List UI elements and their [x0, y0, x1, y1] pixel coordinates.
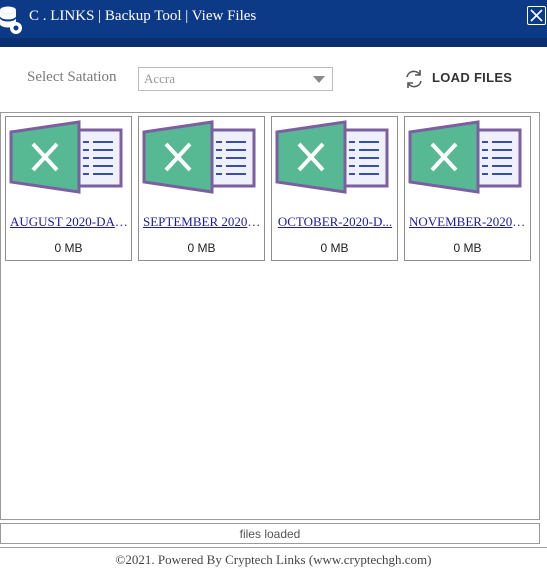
- close-icon: [530, 9, 543, 22]
- excel-file-icon: [275, 120, 389, 194]
- station-label: Select Satation: [27, 69, 117, 85]
- title-bar-strip: [0, 38, 547, 47]
- excel-file-icon: [408, 120, 522, 194]
- status-bar: files loaded: [0, 523, 540, 544]
- file-card[interactable]: SEPTEMBER 2020-... 0 MB: [138, 116, 265, 261]
- file-size: 0 MB: [320, 241, 349, 255]
- close-button[interactable]: [527, 6, 546, 25]
- file-name-link[interactable]: NOVEMBER-2020.x...: [409, 214, 527, 230]
- file-name-link[interactable]: OCTOBER-2020-D...: [276, 214, 394, 230]
- title-bar: C . LINKS | Backup Tool | View Files: [0, 0, 547, 38]
- load-files-button[interactable]: LOAD FILES: [400, 66, 515, 92]
- footer-divider: [0, 547, 547, 548]
- load-files-label: LOAD FILES: [432, 70, 513, 85]
- file-name-link[interactable]: SEPTEMBER 2020-...: [143, 214, 261, 230]
- file-size: 0 MB: [187, 241, 216, 255]
- file-name-link[interactable]: AUGUST 2020-DAI...: [10, 214, 128, 230]
- file-size: 0 MB: [54, 241, 83, 255]
- file-card[interactable]: AUGUST 2020-DAI... 0 MB: [5, 116, 132, 261]
- station-select-value: Accra: [144, 71, 176, 86]
- footer-text: ©2021. Powered By Cryptech Links (www.cr…: [115, 552, 432, 567]
- excel-file-icon: [142, 120, 256, 194]
- database-icon: [0, 6, 22, 34]
- excel-file-icon: [9, 120, 123, 194]
- file-card[interactable]: OCTOBER-2020-D... 0 MB: [271, 116, 398, 261]
- files-panel: AUGUST 2020-DAI... 0 MB SEPTEMBER 2020-.…: [0, 112, 540, 520]
- file-card[interactable]: NOVEMBER-2020.x... 0 MB: [404, 116, 531, 261]
- window-title: C . LINKS | Backup Tool | View Files: [29, 8, 257, 24]
- refresh-icon: [406, 70, 422, 88]
- file-size: 0 MB: [453, 241, 482, 255]
- status-text: files loaded: [239, 527, 301, 541]
- station-select[interactable]: Accra: [138, 67, 333, 91]
- chevron-down-icon: [313, 76, 325, 83]
